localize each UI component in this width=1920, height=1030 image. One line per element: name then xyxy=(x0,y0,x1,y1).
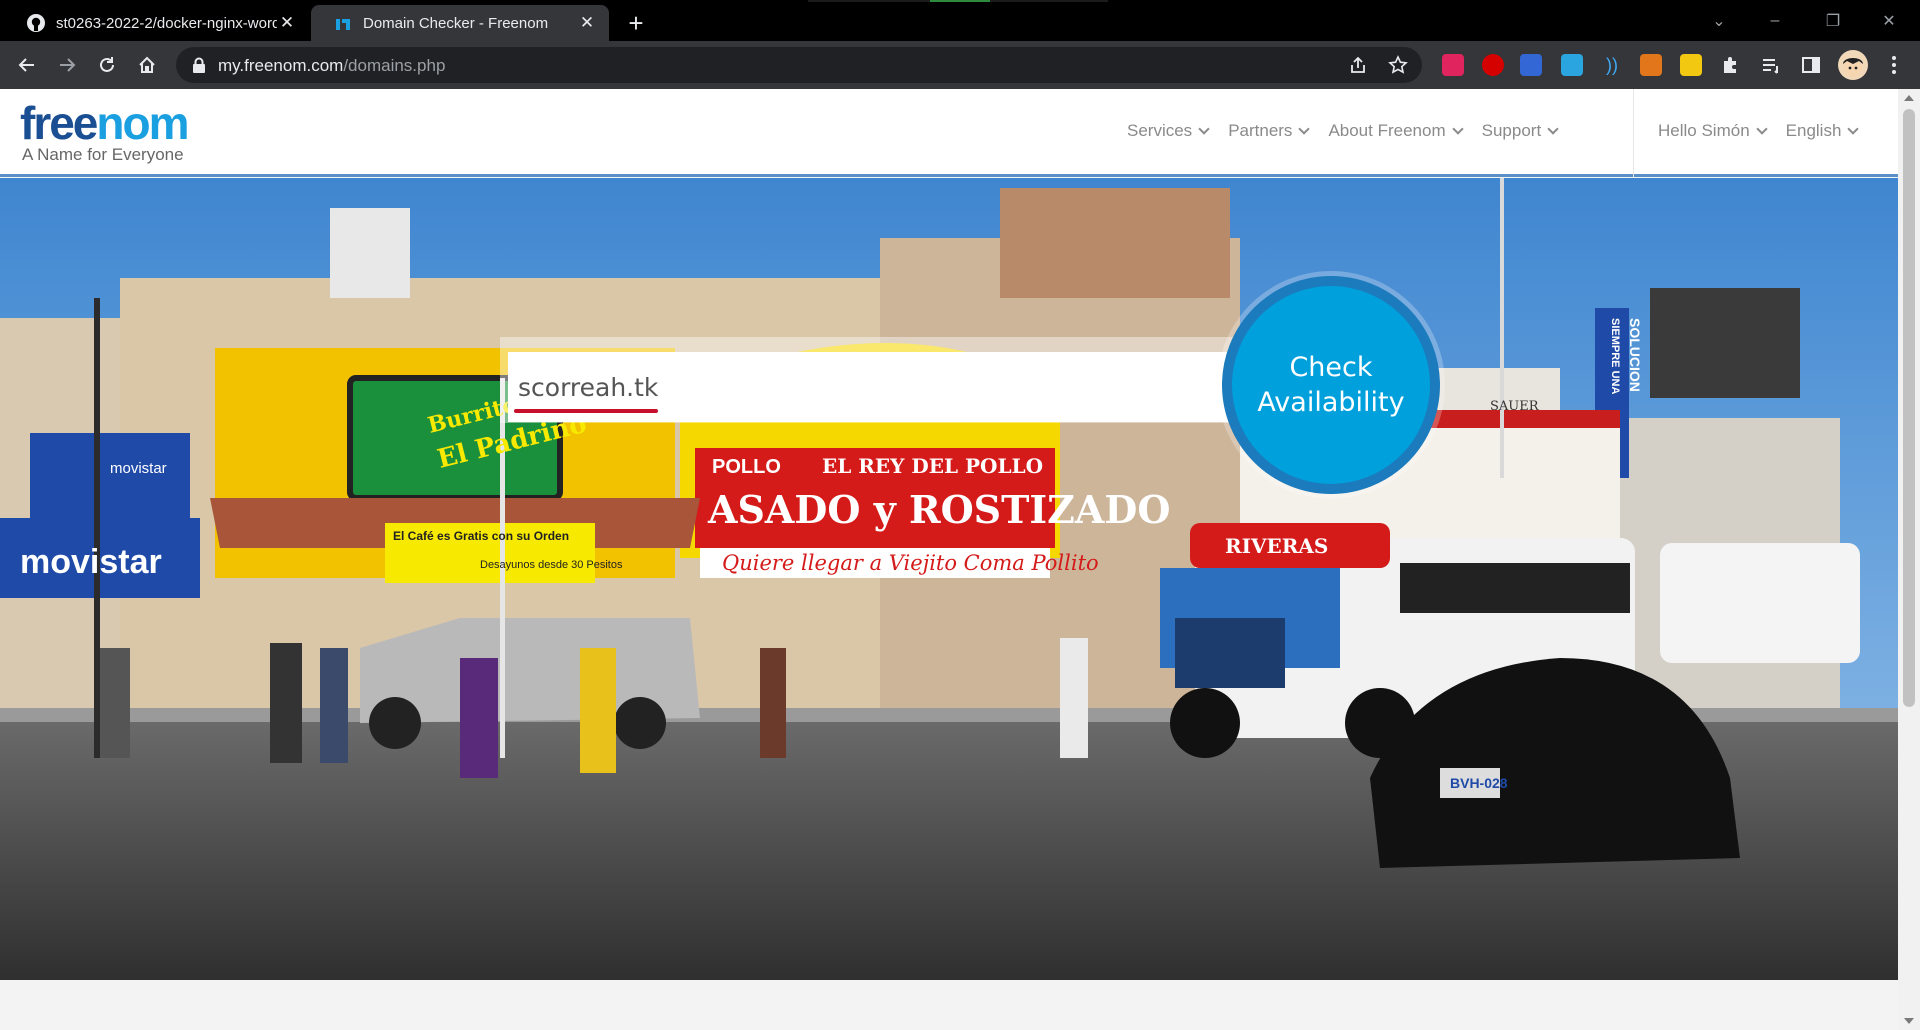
browser-tab-strip: st0263-2022-2/docker-nginx-wordpress ✕ D… xyxy=(0,0,1920,41)
sign-quiere: Quiere llegar a Viejito Coma Pollito xyxy=(722,551,1099,575)
scroll-down-icon[interactable] xyxy=(1904,1018,1914,1024)
nav-about[interactable]: About Freenom xyxy=(1328,121,1464,141)
nav-services-label: Services xyxy=(1127,121,1193,140)
home-icon[interactable] xyxy=(131,49,163,81)
ac-unit xyxy=(330,208,410,298)
tab-strip-indicator xyxy=(930,0,990,2)
freenom-logo[interactable]: freenom xyxy=(20,100,190,146)
check-availability-label-1: Check xyxy=(1289,352,1373,383)
reload-icon[interactable] xyxy=(91,49,123,81)
sign-solucion: SOLUCION xyxy=(1627,318,1643,392)
github-icon xyxy=(26,13,46,33)
extensions-puzzle-icon[interactable] xyxy=(1720,54,1742,76)
sign-asado: ASADO y ROSTIZADO xyxy=(707,487,1170,532)
chevron-down-icon xyxy=(1847,122,1860,135)
chevron-down-icon xyxy=(1298,122,1311,135)
chevron-down-icon xyxy=(1755,122,1768,135)
side-panel-icon[interactable] xyxy=(1800,54,1822,76)
logo-part-1: free xyxy=(20,97,98,149)
spellcheck-underline xyxy=(514,409,658,413)
window-close-icon[interactable]: ✕ xyxy=(1866,0,1912,41)
scroll-up-icon[interactable] xyxy=(1904,95,1914,101)
tab-freenom[interactable]: Domain Checker - Freenom ✕ xyxy=(311,5,609,41)
back-icon[interactable] xyxy=(11,49,43,81)
tab-search-icon[interactable]: ⌄ xyxy=(1696,0,1742,41)
tagline: A Name for Everyone xyxy=(22,145,184,164)
forward-icon[interactable] xyxy=(51,49,83,81)
read-aloud-icon[interactable]: )) xyxy=(1601,54,1623,76)
url-path: /domains.php xyxy=(343,56,446,75)
main-nav: Services Partners About Freenom Support xyxy=(1127,121,1559,141)
sign-sauer: SAUER xyxy=(1490,399,1540,414)
tab-title: st0263-2022-2/docker-nginx-wordpress xyxy=(56,14,277,32)
share-icon[interactable] xyxy=(1348,55,1368,75)
wappalyzer-icon[interactable] xyxy=(1680,54,1702,76)
nav-partners-label: Partners xyxy=(1228,121,1293,140)
nav-partners[interactable]: Partners xyxy=(1228,121,1311,141)
user-nav: Hello Simón English xyxy=(1658,121,1860,141)
sign-el-rey: EL REY DEL POLLO xyxy=(822,454,1043,478)
chrome-menu-icon[interactable] xyxy=(1882,53,1906,77)
sign-movistar: movistar xyxy=(20,543,162,581)
license-plate: BVH-028 xyxy=(1450,775,1508,791)
reading-list-icon[interactable] xyxy=(1760,54,1782,76)
nav-support-label: Support xyxy=(1481,121,1542,140)
nav-support[interactable]: Support xyxy=(1481,121,1559,141)
browser-toolbar: my.freenom.com/domains.php )) xyxy=(0,41,1920,89)
scroll-thumb[interactable] xyxy=(1903,109,1915,707)
page-scrollbar[interactable] xyxy=(1898,89,1920,1030)
sign-cafe: El Café es Gratis con su Orden xyxy=(393,529,569,543)
chevron-down-icon xyxy=(1451,122,1464,135)
profile-avatar[interactable] xyxy=(1838,50,1868,80)
translate-icon[interactable] xyxy=(1520,54,1542,76)
restore-icon[interactable]: ❐ xyxy=(1810,0,1856,41)
nav-about-label: About Freenom xyxy=(1328,121,1446,140)
logo-part-2: nom xyxy=(96,97,189,149)
page-background xyxy=(0,980,1898,1030)
check-availability-button[interactable]: Check Availability xyxy=(1222,276,1440,494)
sign-riveras: RIVERAS xyxy=(1225,534,1328,558)
adblock-icon[interactable] xyxy=(1482,54,1504,76)
sign-movistar-top: movistar xyxy=(110,460,167,477)
url-text: my.freenom.com/domains.php xyxy=(218,56,445,76)
metamask-icon[interactable] xyxy=(1640,54,1662,76)
check-availability-label-2: Availability xyxy=(1257,387,1405,418)
nav-services[interactable]: Services xyxy=(1127,121,1210,141)
nav-language-label: English xyxy=(1785,121,1842,140)
close-icon[interactable]: ✕ xyxy=(577,13,597,33)
address-bar[interactable]: my.freenom.com/domains.php xyxy=(176,47,1422,83)
sign-siempre: SIEMPRE UNA xyxy=(1609,318,1621,394)
billboard xyxy=(1650,288,1800,398)
site-header: freenom A Name for Everyone Services Par… xyxy=(0,89,1898,177)
hero-photo: Burritos El Padrino movistar movistar PO… xyxy=(0,178,1898,980)
sign-desayunos: Desayunos desde 30 Pesitos xyxy=(480,559,623,571)
nav-language[interactable]: English xyxy=(1785,121,1860,141)
nav-user-label: Hello Simón xyxy=(1658,121,1750,140)
nav-divider xyxy=(1633,89,1634,177)
close-icon[interactable]: ✕ xyxy=(277,13,297,33)
tab-github[interactable]: st0263-2022-2/docker-nginx-wordpress ✕ xyxy=(4,5,309,41)
pocket-icon[interactable] xyxy=(1442,54,1464,76)
bookmark-star-icon[interactable] xyxy=(1388,55,1408,75)
sign-pollo: POLLO xyxy=(712,456,781,478)
new-tab-button[interactable]: + xyxy=(620,8,652,40)
minimize-icon[interactable]: – xyxy=(1752,0,1798,41)
chevron-down-icon xyxy=(1547,122,1559,135)
nav-user-menu[interactable]: Hello Simón xyxy=(1658,121,1768,141)
url-host: my.freenom.com xyxy=(218,56,344,75)
chevron-down-icon xyxy=(1198,122,1210,135)
screenshot-icon[interactable] xyxy=(1561,54,1583,76)
lock-icon[interactable] xyxy=(192,57,206,78)
tab-title: Domain Checker - Freenom xyxy=(363,14,549,32)
freenom-icon xyxy=(333,13,353,33)
